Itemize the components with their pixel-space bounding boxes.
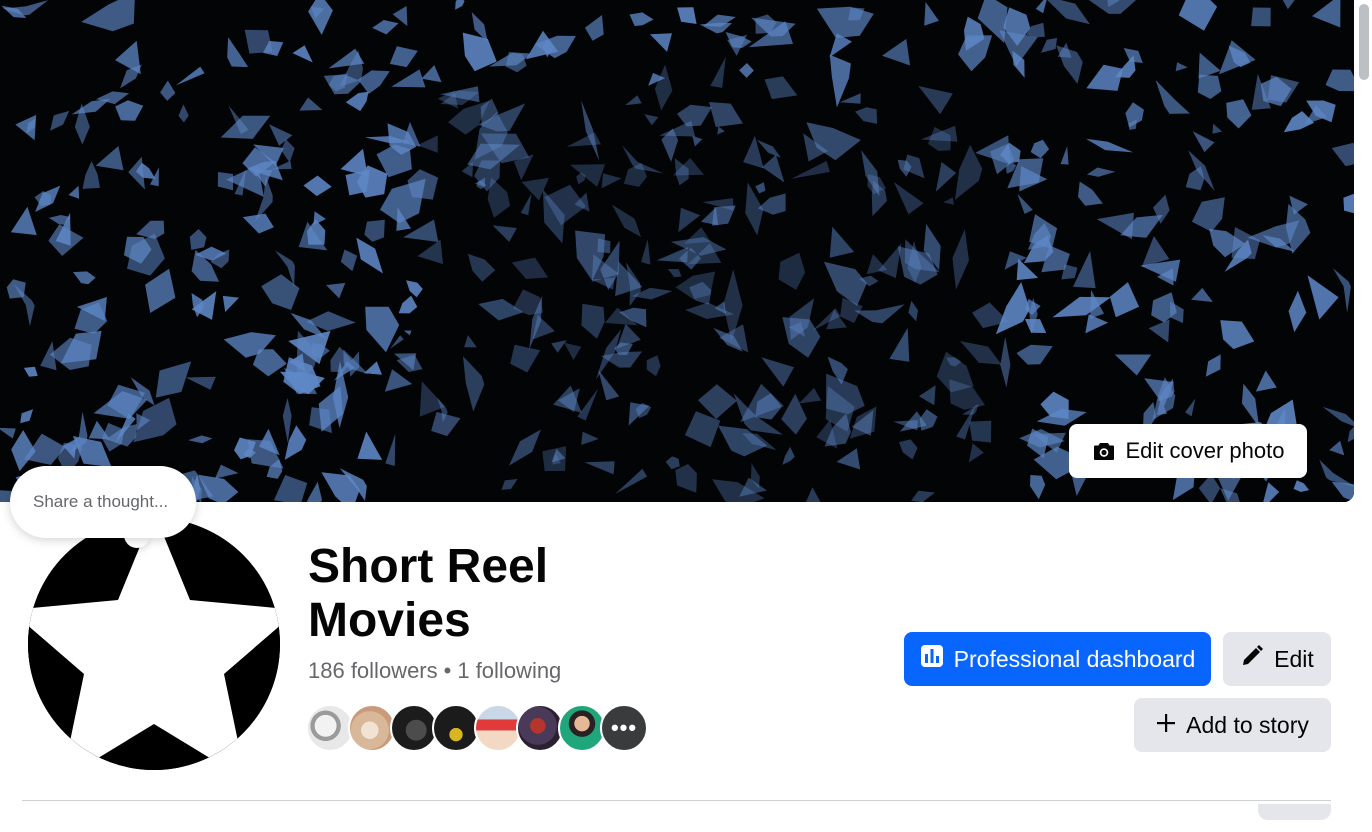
follower-avatars: ••• xyxy=(306,704,648,752)
follower-avatar[interactable] xyxy=(432,704,480,752)
share-thought-placeholder: Share a thought... xyxy=(33,492,169,511)
plus-icon xyxy=(1156,712,1176,739)
star-logo xyxy=(28,518,280,770)
edit-cover-photo-label: Edit cover photo xyxy=(1125,438,1285,463)
share-thought-bubble[interactable]: Share a thought... xyxy=(10,466,196,538)
page-title: Short Reel Movies xyxy=(308,540,549,647)
more-options-button[interactable] xyxy=(1258,804,1331,820)
add-to-story-label: Add to story xyxy=(1186,711,1309,738)
more-followers-button[interactable]: ••• xyxy=(600,704,648,752)
follow-stats: 186 followers • 1 following xyxy=(308,658,561,684)
page-root: Edit cover photo Share a thought... Shor… xyxy=(0,0,1372,832)
camera-icon xyxy=(1092,439,1116,463)
follower-avatar[interactable] xyxy=(348,704,396,752)
followers-count-link[interactable]: 186 followers xyxy=(308,658,438,684)
profile-divider xyxy=(22,800,1331,801)
professional-dashboard-label: Professional dashboard xyxy=(953,645,1196,672)
more-icon: ••• xyxy=(610,715,638,740)
edit-cover-photo-button[interactable]: Edit cover photo xyxy=(1069,424,1307,478)
follower-avatar[interactable] xyxy=(558,704,606,752)
scrollbar-thumb[interactable] xyxy=(1359,4,1369,80)
cover-photo[interactable]: Edit cover photo xyxy=(0,0,1354,502)
professional-dashboard-button[interactable]: Professional dashboard xyxy=(904,632,1211,686)
pencil-icon xyxy=(1240,644,1264,674)
stats-separator: • xyxy=(443,658,452,683)
following-count-link[interactable]: 1 following xyxy=(457,658,561,684)
profile-picture[interactable] xyxy=(24,514,284,774)
scrollbar[interactable] xyxy=(1354,0,1372,832)
follower-avatar[interactable] xyxy=(474,704,522,752)
follower-avatar[interactable] xyxy=(516,704,564,752)
edit-page-button[interactable]: Edit xyxy=(1223,632,1331,686)
follower-avatar[interactable] xyxy=(306,704,354,752)
follower-avatar[interactable] xyxy=(390,704,438,752)
edit-label: Edit xyxy=(1274,645,1314,672)
chart-icon xyxy=(920,644,944,674)
add-to-story-button[interactable]: Add to story xyxy=(1134,698,1331,752)
